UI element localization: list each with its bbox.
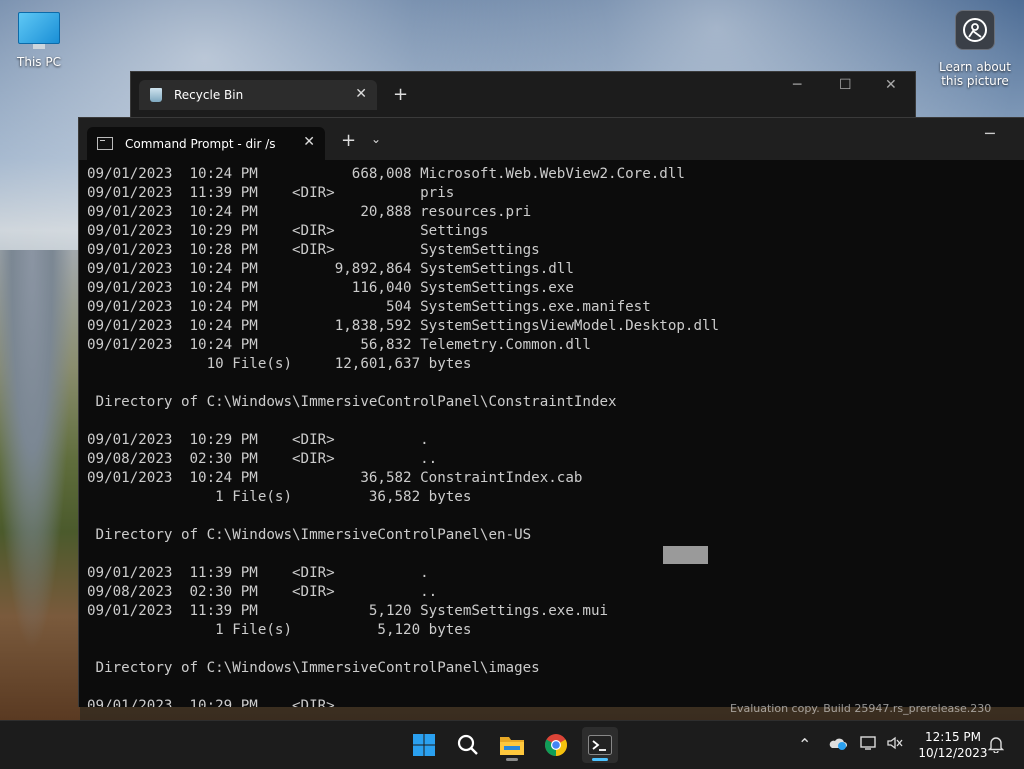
desktop-icon-label: This PC <box>17 55 61 69</box>
show-hidden-icons-chevron[interactable]: ⌃ <box>798 735 811 754</box>
volume-muted-icon[interactable] <box>886 735 904 755</box>
new-tab-button[interactable]: + <box>393 84 408 105</box>
console-output[interactable]: 09/01/2023 10:24 PM 668,008 Microsoft.We… <box>87 165 1017 707</box>
console-line: 09/01/2023 10:24 PM 1,838,592 SystemSett… <box>87 318 720 334</box>
console-line: 09/01/2023 11:39 PM <DIR> pris <box>87 185 455 201</box>
console-line: 09/08/2023 02:30 PM <DIR> .. <box>87 584 438 600</box>
tab-command-prompt[interactable]: Command Prompt - dir /s ✕ <box>87 127 325 160</box>
evaluation-watermark: Evaluation copy. Build 25947.rs_prerelea… <box>730 702 992 715</box>
terminal-button[interactable] <box>582 727 618 763</box>
minimize-button[interactable]: ─ <box>793 77 801 93</box>
system-clock[interactable]: 12:15 PM 10/12/2023 <box>918 729 988 761</box>
console-line: 09/08/2023 02:30 PM <DIR> .. <box>87 451 438 467</box>
console-line: 09/01/2023 11:39 PM 5,120 SystemSettings… <box>87 603 609 619</box>
file-explorer-button[interactable] <box>494 727 530 763</box>
chrome-icon <box>545 734 567 756</box>
console-line: 09/01/2023 10:24 PM 116,040 SystemSettin… <box>87 280 574 296</box>
chrome-button[interactable] <box>538 727 574 763</box>
search-icon <box>457 734 478 755</box>
text-selection-highlight <box>663 546 708 564</box>
console-line: Directory of C:\Windows\ImmersiveControl… <box>87 660 540 676</box>
console-line: 09/01/2023 10:24 PM 504 SystemSettings.e… <box>87 299 651 315</box>
command-prompt-icon <box>97 137 113 150</box>
camera-spotlight-icon <box>955 10 995 50</box>
recycle-bin-icon <box>150 88 162 102</box>
maximize-button[interactable]: ☐ <box>839 77 852 93</box>
tab-title: Command Prompt - dir /s <box>125 136 276 151</box>
wallpaper-landscape <box>0 250 80 720</box>
title-bar[interactable]: Command Prompt - dir /s ✕ + ⌄ ─ <box>79 118 1024 160</box>
windows-logo-icon <box>413 734 435 756</box>
console-line: 09/01/2023 10:29 PM <DIR> . <box>87 432 429 448</box>
close-tab-icon[interactable]: ✕ <box>303 134 315 150</box>
console-line: 09/01/2023 10:24 PM 9,892,864 SystemSett… <box>87 261 574 277</box>
console-line: Directory of C:\Windows\ImmersiveControl… <box>87 527 532 543</box>
tab-title: Recycle Bin <box>174 88 244 102</box>
console-line: 1 File(s) 36,582 bytes <box>87 489 472 505</box>
console-line: 09/01/2023 10:24 PM 56,832 Telemetry.Com… <box>87 337 591 353</box>
network-icon[interactable] <box>860 735 878 755</box>
minimize-button[interactable]: ─ <box>985 124 995 143</box>
onedrive-icon[interactable] <box>828 735 848 755</box>
active-indicator <box>592 758 608 761</box>
chevron-down-icon[interactable]: ⌄ <box>371 132 381 146</box>
recycle-bin-window: Recycle Bin ✕ + ─ ☐ ✕ <box>130 71 916 123</box>
tab-recycle-bin[interactable]: Recycle Bin ✕ <box>139 80 377 110</box>
taskbar: ⌃ 12:15 PM 10/12/2023 <box>0 720 1024 769</box>
console-line: 10 File(s) 12,601,637 bytes <box>87 356 472 372</box>
computer-icon <box>18 12 60 44</box>
close-tab-icon[interactable]: ✕ <box>355 86 367 102</box>
console-line: 09/01/2023 10:29 PM <DIR> Settings <box>87 223 489 239</box>
desktop-icon-label: Learn about this picture <box>939 60 1011 88</box>
search-button[interactable] <box>450 727 486 763</box>
desktop-icon-learn-about-picture[interactable]: Learn about this picture <box>938 10 1012 88</box>
console-line: 09/01/2023 10:24 PM 20,888 resources.pri <box>87 204 532 220</box>
terminal-icon <box>588 735 612 755</box>
clock-date: 10/12/2023 <box>918 746 988 760</box>
console-line: 09/01/2023 10:24 PM 668,008 Microsoft.We… <box>87 166 685 182</box>
console-line: 09/01/2023 10:24 PM 36,582 ConstraintInd… <box>87 470 583 486</box>
running-indicator <box>506 758 518 761</box>
console-line: 09/01/2023 10:28 PM <DIR> SystemSettings <box>87 242 540 258</box>
command-prompt-window: Command Prompt - dir /s ✕ + ⌄ ─ 09/01/20… <box>78 117 1024 707</box>
desktop-icon-this-pc[interactable]: This PC <box>8 10 70 69</box>
console-line: 09/01/2023 11:39 PM <DIR> . <box>87 565 429 581</box>
console-line: 1 File(s) 5,120 bytes <box>87 622 472 638</box>
folder-icon <box>500 737 524 755</box>
new-tab-button[interactable]: + <box>341 130 356 151</box>
clock-time: 12:15 PM <box>925 730 981 744</box>
console-line: Directory of C:\Windows\ImmersiveControl… <box>87 394 617 410</box>
notification-bell-icon[interactable] <box>987 735 1005 757</box>
start-button[interactable] <box>406 727 442 763</box>
window-close-button[interactable]: ✕ <box>885 77 897 93</box>
